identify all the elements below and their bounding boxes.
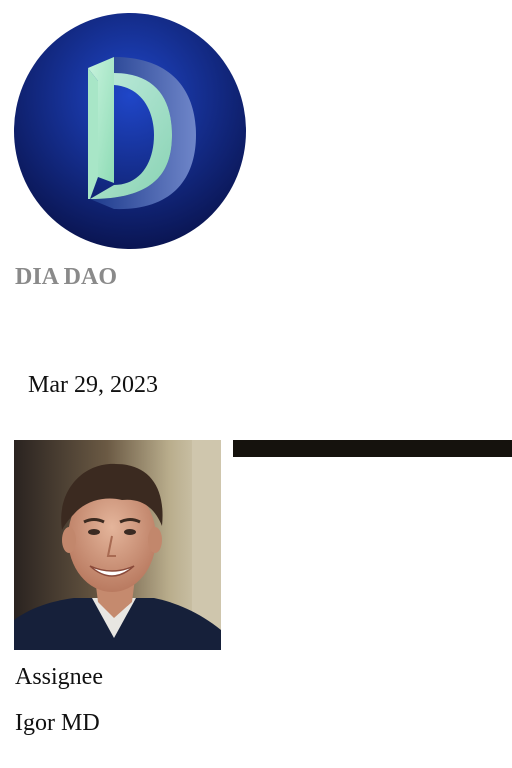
org-logo[interactable] [14,13,246,249]
item-date: Mar 29, 2023 [28,372,158,398]
assignee-name[interactable]: Igor MD [15,708,100,738]
header-image-strip [233,440,512,457]
assignee-label: Assignee [15,664,103,690]
assignee-avatar[interactable] [14,440,221,650]
user-avatar-photo [14,440,221,650]
dia-dao-logo-icon [14,13,246,249]
org-name[interactable]: DIA DAO [15,262,117,292]
